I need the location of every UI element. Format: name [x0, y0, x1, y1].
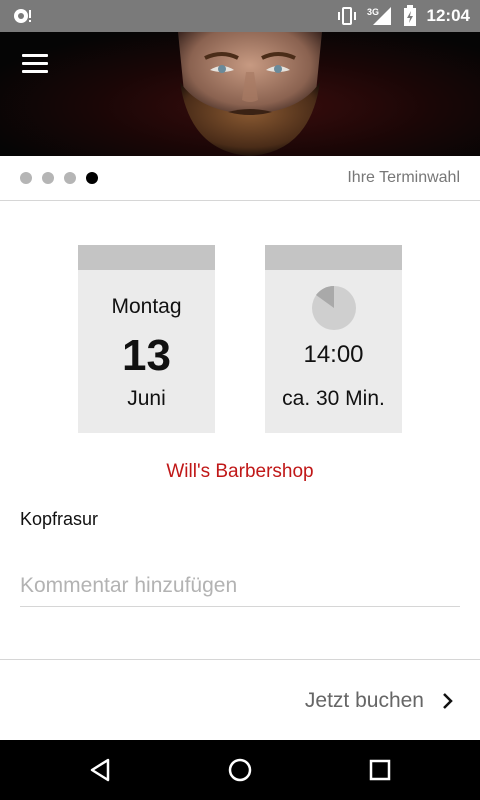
divider — [0, 659, 480, 660]
time-value: 14:00 — [303, 341, 364, 368]
clock-icon — [312, 285, 356, 330]
step-dot — [64, 172, 76, 184]
date-card[interactable]: Montag 13 Juni — [78, 245, 215, 433]
chevron-right-icon — [443, 693, 453, 709]
month-label: Juni — [127, 387, 166, 410]
step-dots — [20, 172, 98, 184]
comment-input[interactable] — [20, 566, 460, 607]
battery-icon — [403, 5, 416, 26]
svg-text:3G: 3G — [367, 7, 379, 17]
notification-icon — [14, 9, 31, 23]
step-indicator: Ihre Terminwahl — [0, 156, 480, 201]
vibrate-icon — [337, 7, 356, 25]
shop-name: Will's Barbershop — [166, 461, 314, 482]
service-name: Kopfrasur — [20, 509, 99, 529]
step-dot-active — [86, 172, 98, 184]
book-now-label: Jetzt buchen — [304, 689, 424, 712]
signal-icon: 3G — [367, 7, 391, 25]
step-dot — [42, 172, 54, 184]
duration-label: ca. 30 Min. — [282, 387, 385, 410]
menu-button[interactable] — [22, 54, 48, 76]
day-number: 13 — [122, 331, 171, 380]
recent-apps-icon[interactable] — [366, 756, 394, 784]
book-now-button[interactable]: Jetzt buchen — [305, 686, 454, 716]
navigation-bar — [0, 740, 480, 800]
step-dot — [20, 172, 32, 184]
status-time: 12:04 — [426, 6, 470, 25]
status-bar: 3G 12:04 — [0, 0, 480, 32]
time-card[interactable]: 14:00 ca. 30 Min. — [265, 245, 402, 433]
back-icon[interactable] — [86, 756, 114, 784]
barber-portrait-image — [178, 32, 322, 156]
date-card-header — [78, 245, 215, 270]
step-title: Ihre Terminwahl — [347, 169, 460, 186]
weekday-label: Montag — [111, 295, 182, 318]
time-card-header — [265, 245, 402, 270]
hero-image — [0, 32, 480, 156]
home-icon[interactable] — [226, 756, 254, 784]
